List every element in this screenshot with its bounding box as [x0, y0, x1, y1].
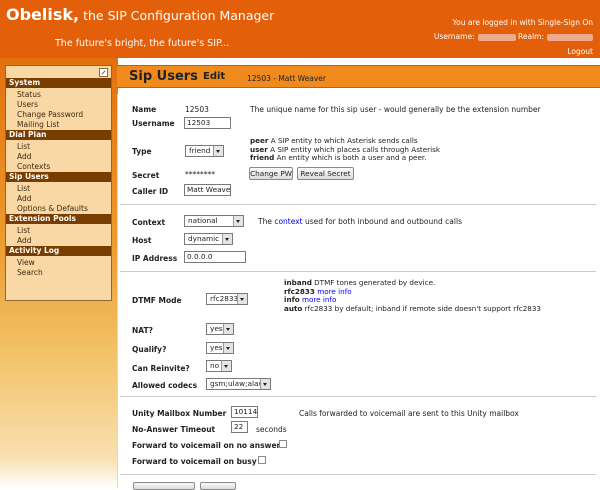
fwd-busy-checkbox[interactable] — [258, 456, 266, 464]
chevron-down-icon — [213, 146, 223, 156]
chevron-down-icon — [221, 361, 231, 371]
fwd-no-answer-label: Forward to voicemail on no answer — [132, 441, 281, 450]
sidebar-item-sipusers-add[interactable]: Add — [17, 194, 32, 203]
secret-label: Secret — [132, 171, 160, 180]
app-header: Obelisk, the SIP Configuration Manager T… — [0, 0, 600, 58]
sidebar-section-extension-pools: Extension Pools — [6, 214, 111, 224]
bottom-button-primary[interactable] — [133, 482, 195, 490]
username-label: Username — [132, 119, 175, 128]
dtmf-mode-select[interactable]: rfc2833 — [206, 293, 248, 305]
context-help-link[interactable]: context — [274, 217, 302, 226]
sidebar-item-dialplan-add[interactable]: Add — [17, 152, 32, 161]
sidebar-item-status[interactable]: Status — [17, 90, 41, 99]
sidebar-item-pools-list[interactable]: List — [17, 226, 30, 235]
brand-name: Obelisk, — [6, 5, 80, 24]
secret-value: ******** — [185, 170, 215, 179]
sidebar-item-log-search[interactable]: Search — [17, 268, 43, 277]
dtmf-desc-auto: auto rfc2833 by default; inband if remot… — [284, 303, 542, 313]
chevron-down-icon — [222, 234, 232, 244]
context-description: The context used for both inbound and ou… — [258, 217, 462, 226]
sidebar-item-mailing-list[interactable]: Mailing List — [17, 120, 59, 129]
sidebar-menu: System Status Users Change Password Mail… — [5, 65, 112, 301]
no-answer-timeout-input[interactable]: 22 — [231, 421, 248, 433]
type-label: Type — [132, 147, 152, 156]
section-divider — [120, 271, 596, 272]
chevron-down-icon — [223, 324, 233, 334]
host-select[interactable]: dynamic — [184, 233, 233, 245]
timeout-unit: seconds — [256, 425, 287, 434]
section-divider — [120, 474, 596, 475]
nat-label: NAT? — [132, 326, 153, 335]
sidebar-item-contexts[interactable]: Contexts — [17, 162, 50, 171]
can-reinvite-label: Can Reinvite? — [132, 364, 190, 373]
page-title-bar: Sip Users Edit 12503 - Matt Weaver — [117, 65, 600, 88]
redacted-username — [477, 33, 516, 41]
sidebar-section-sip-users: Sip Users — [6, 172, 111, 182]
page-action: Edit — [203, 71, 226, 82]
user-realm: Username: Realm: — [434, 32, 593, 41]
mailbox-input[interactable]: 10114 — [231, 406, 258, 418]
brand: Obelisk, the SIP Configuration Manager — [6, 5, 274, 24]
no-answer-timeout-label: No-Answer Timeout — [132, 425, 216, 434]
mailbox-label: Unity Mailbox Number — [132, 409, 227, 418]
nat-select[interactable]: yes — [206, 323, 234, 335]
sidebar-section-system: System — [6, 78, 111, 88]
sidebar-toggle-icon[interactable] — [99, 68, 108, 77]
dtmf-description: inband DTMF tones generated by device. r… — [284, 278, 542, 313]
chevron-down-icon — [260, 379, 270, 389]
redacted-realm — [547, 33, 593, 41]
name-label: Name — [132, 105, 157, 114]
type-description: peer A SIP entity to which Asterisk send… — [250, 136, 440, 163]
callerid-label: Caller ID — [132, 187, 169, 196]
ip-address-label: IP Address — [132, 254, 178, 263]
name-value: 12503 — [185, 105, 209, 114]
type-select[interactable]: friend — [185, 145, 224, 157]
fwd-busy-label: Forward to voicemail on busy — [132, 457, 257, 466]
name-description: The unique name for this sip user - woul… — [250, 105, 541, 114]
sidebar-item-pools-add[interactable]: Add — [17, 236, 32, 245]
username-input[interactable]: 12503 — [184, 117, 231, 129]
change-pw-button[interactable]: Change PW — [249, 167, 293, 180]
sidebar-item-users[interactable]: Users — [17, 100, 38, 109]
sidebar-section-dial-plan: Dial Plan — [6, 130, 111, 140]
dtmf-mode-label: DTMF Mode — [132, 296, 182, 305]
can-reinvite-select[interactable]: no — [206, 360, 232, 372]
callerid-input[interactable]: Matt Weaver — [184, 184, 231, 196]
realm-label: Realm: — [517, 32, 544, 41]
fwd-no-answer-checkbox[interactable] — [279, 440, 287, 448]
qualify-select[interactable]: yes — [206, 342, 234, 354]
username-label: Username: — [433, 32, 475, 41]
logout-link[interactable]: Logout — [567, 47, 593, 56]
type-desc-friend: friend An entity which is both a user an… — [250, 153, 427, 162]
login-status: You are logged in with Single-Sign On — [452, 18, 593, 27]
qualify-label: Qualify? — [132, 345, 167, 354]
allowed-codecs-label: Allowed codecs — [132, 381, 198, 390]
brand-subtitle: the SIP Configuration Manager — [83, 8, 275, 23]
sidebar-item-options-defaults[interactable]: Options & Defaults — [17, 204, 88, 213]
sidebar-item-log-view[interactable]: View — [17, 258, 35, 267]
reveal-secret-button[interactable]: Reveal Secret — [297, 167, 354, 180]
tagline: The future's bright, the future's SIP... — [55, 38, 230, 49]
page-subtitle: 12503 - Matt Weaver — [247, 74, 326, 83]
section-divider — [120, 204, 596, 205]
chevron-down-icon — [233, 216, 243, 226]
context-label: Context — [132, 218, 166, 227]
host-label: Host — [132, 236, 152, 245]
page-title: Sip Users — [129, 69, 198, 84]
sidebar-item-change-password[interactable]: Change Password — [17, 110, 83, 119]
mailbox-description: Calls forwarded to voicemail are sent to… — [299, 409, 519, 418]
section-divider — [120, 396, 596, 397]
allowed-codecs-select[interactable]: gsm;ulaw;alaw — [206, 378, 271, 390]
sidebar-item-dialplan-list[interactable]: List — [17, 142, 30, 151]
sidebar-section-activity-log: Activity Log — [6, 246, 111, 256]
sidebar-item-sipusers-list[interactable]: List — [17, 184, 30, 193]
bottom-button-secondary[interactable] — [200, 482, 236, 490]
chevron-down-icon — [237, 294, 247, 304]
context-select[interactable]: national — [184, 215, 244, 227]
ip-address-input[interactable]: 0.0.0.0 — [184, 251, 246, 263]
chevron-down-icon — [223, 343, 233, 353]
